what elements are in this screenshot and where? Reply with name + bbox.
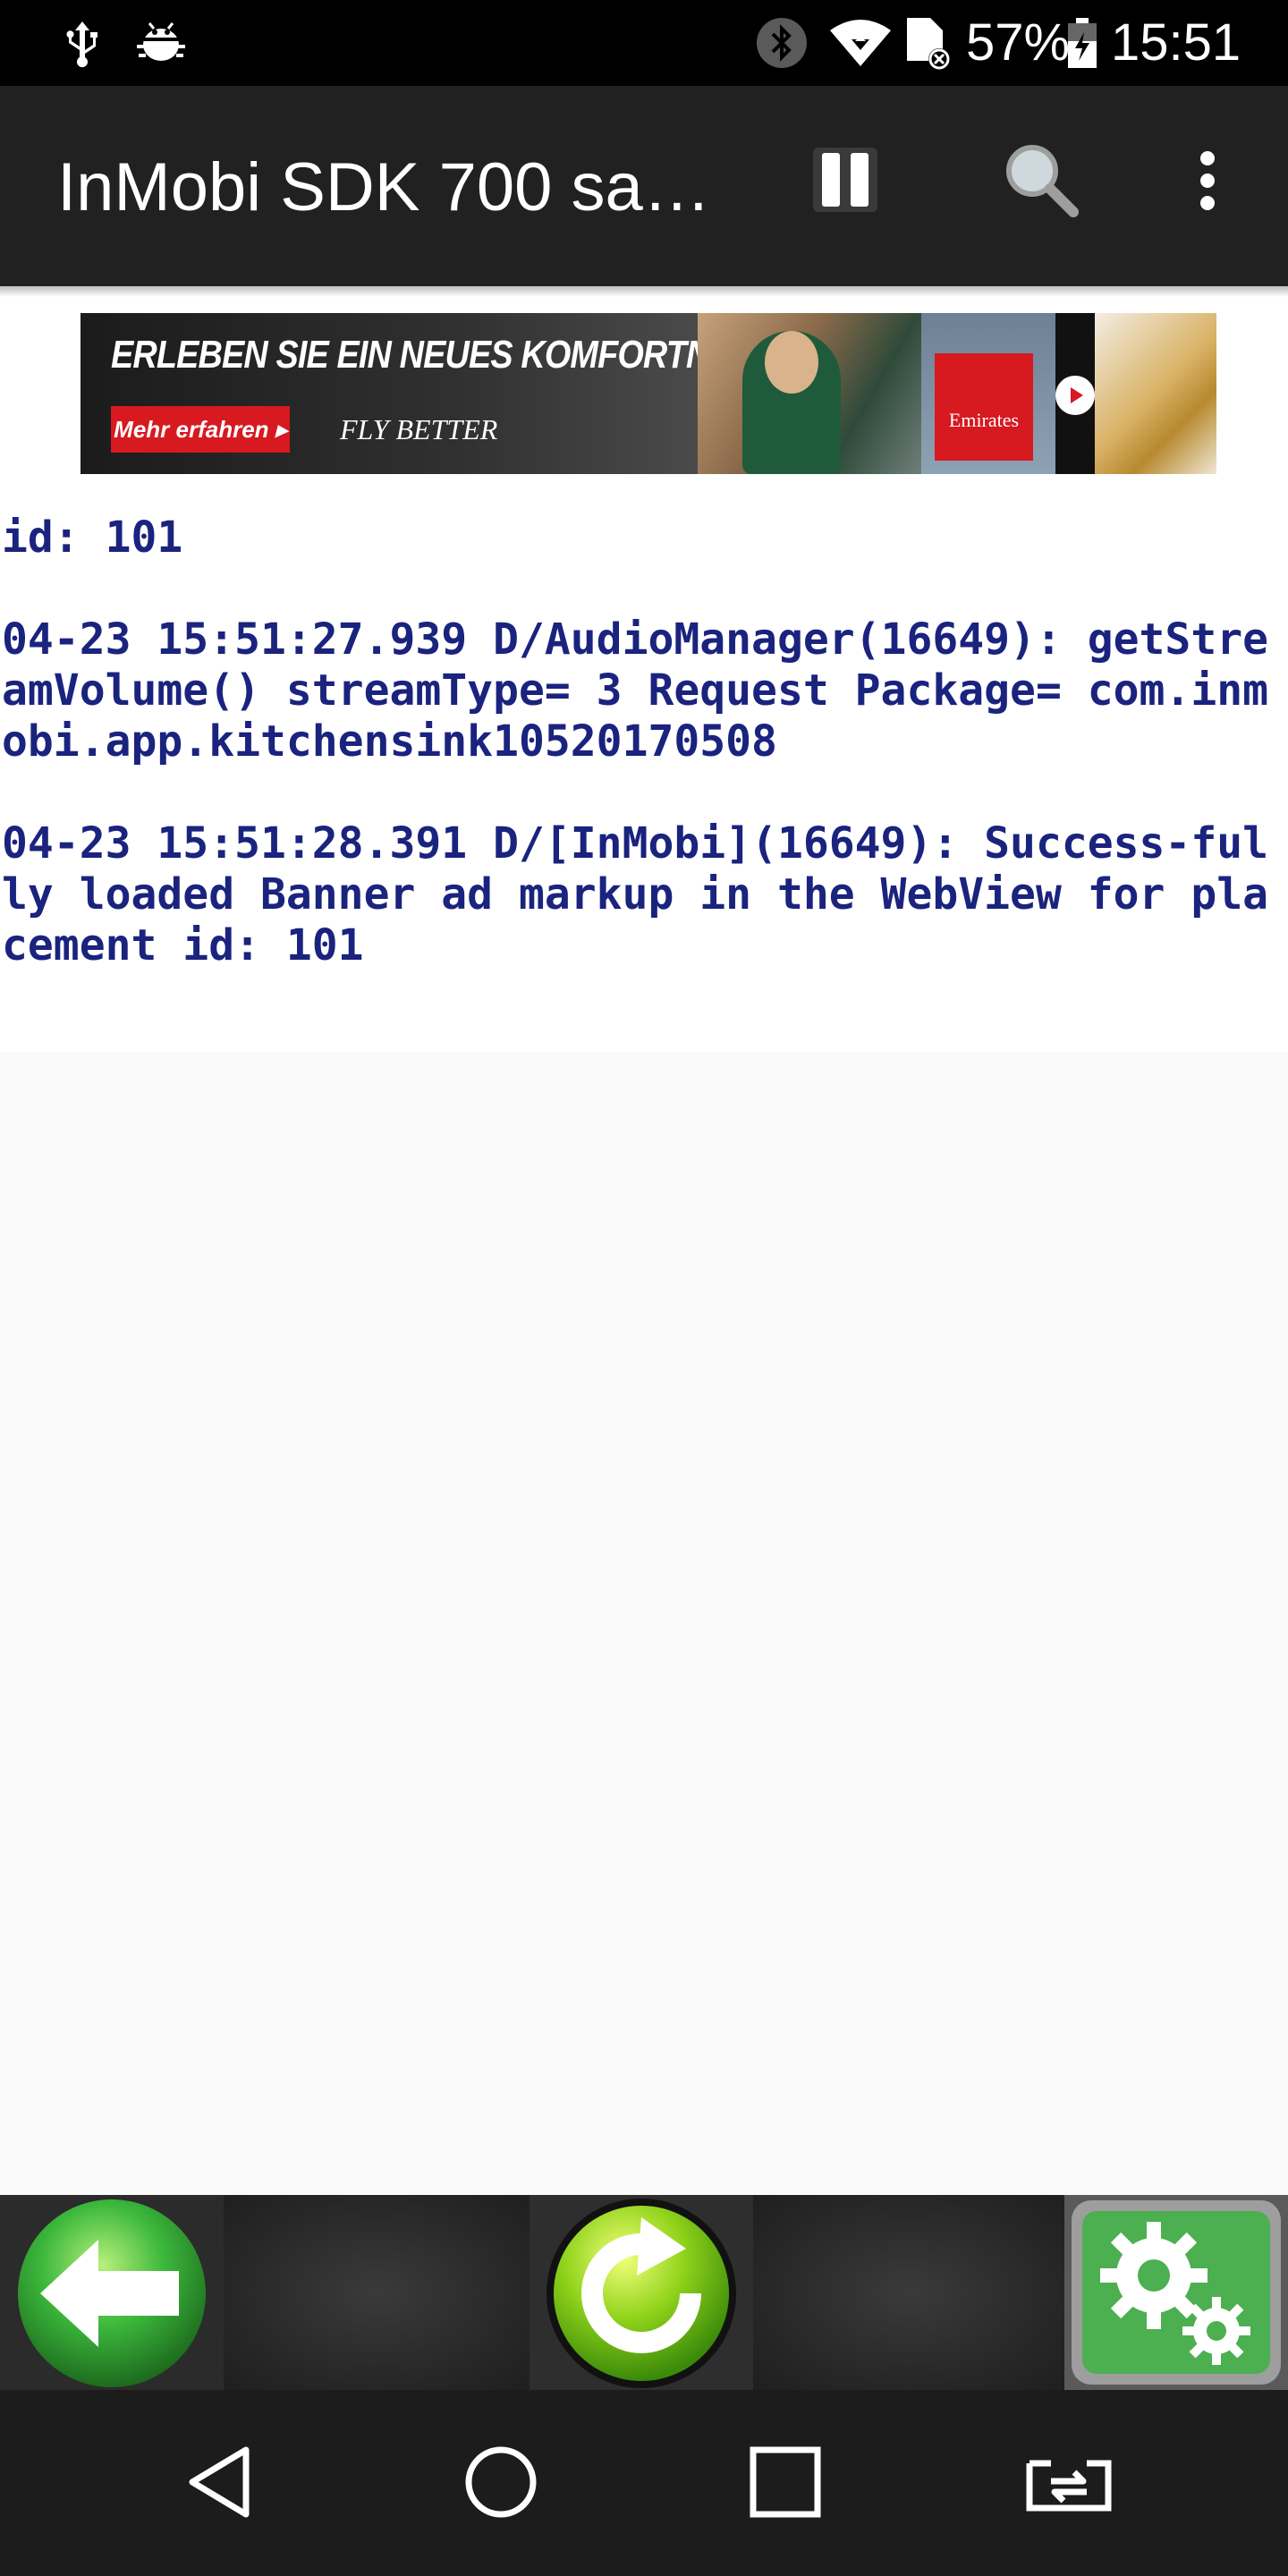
usb-icon <box>55 14 109 72</box>
ad-cta-button[interactable]: Mehr erfahren ▸ <box>111 406 290 453</box>
ad-play-icon[interactable] <box>1055 376 1095 415</box>
app-title: InMobi SDK 700 sa… <box>57 149 711 225</box>
nav-screen-mirror-icon <box>1024 2451 1114 2517</box>
system-nav-bar <box>0 2390 1288 2576</box>
ad-banner[interactable]: ERLEBEN SIE EIN NEUES KOMFORTNIVEAU Mehr… <box>80 313 1216 474</box>
pause-icon <box>809 144 881 219</box>
log-view: x id: 101 04-23 15:51:27.939 D/AudioMana… <box>0 501 1288 1052</box>
bottom-action-bar <box>0 2195 1288 2390</box>
ad-brand-logo: Emirates <box>935 353 1033 461</box>
settings-button[interactable] <box>1064 2195 1288 2390</box>
more-options-button[interactable] <box>1181 138 1234 227</box>
battery-charging-icon <box>1064 14 1100 72</box>
wifi-icon <box>826 14 894 72</box>
sim-no-signal-icon <box>903 14 953 72</box>
android-debug-icon <box>132 14 190 72</box>
nav-home-button[interactable] <box>447 2435 555 2533</box>
back-button[interactable] <box>0 2195 224 2390</box>
search-button[interactable] <box>993 138 1091 227</box>
bluetooth-icon <box>753 14 810 72</box>
nav-home-icon <box>463 2445 538 2523</box>
ad-food-image <box>1095 313 1216 474</box>
pause-button[interactable] <box>796 132 894 231</box>
search-icon <box>1002 140 1082 225</box>
log-entry: 04-23 15:51:28.391 D/[InMobi](16649): Su… <box>2 818 1269 970</box>
log-entry-partial: x id: 101 <box>2 513 183 563</box>
status-bar: 57% 15:51 <box>0 0 1288 86</box>
status-time: 15:51 <box>1111 13 1241 72</box>
nav-back-button[interactable] <box>165 2435 273 2533</box>
ad-banner-container: ERLEBEN SIE EIN NEUES KOMFORTNIVEAU Mehr… <box>0 286 1288 501</box>
ad-tagline: FLY BETTER <box>340 413 498 445</box>
refresh-button[interactable] <box>530 2195 753 2390</box>
log-entry: 04-23 15:51:27.939 D/AudioManager(16649)… <box>2 614 1269 767</box>
app-toolbar: InMobi SDK 700 sa… <box>0 86 1288 286</box>
nav-back-icon <box>183 2445 255 2523</box>
battery-percent: 57% <box>966 13 1071 72</box>
nav-recents-button[interactable] <box>732 2435 839 2533</box>
nav-screen-mirror-button[interactable] <box>1015 2435 1123 2533</box>
more-options-icon <box>1199 149 1216 216</box>
nav-recents-icon <box>748 2445 823 2523</box>
